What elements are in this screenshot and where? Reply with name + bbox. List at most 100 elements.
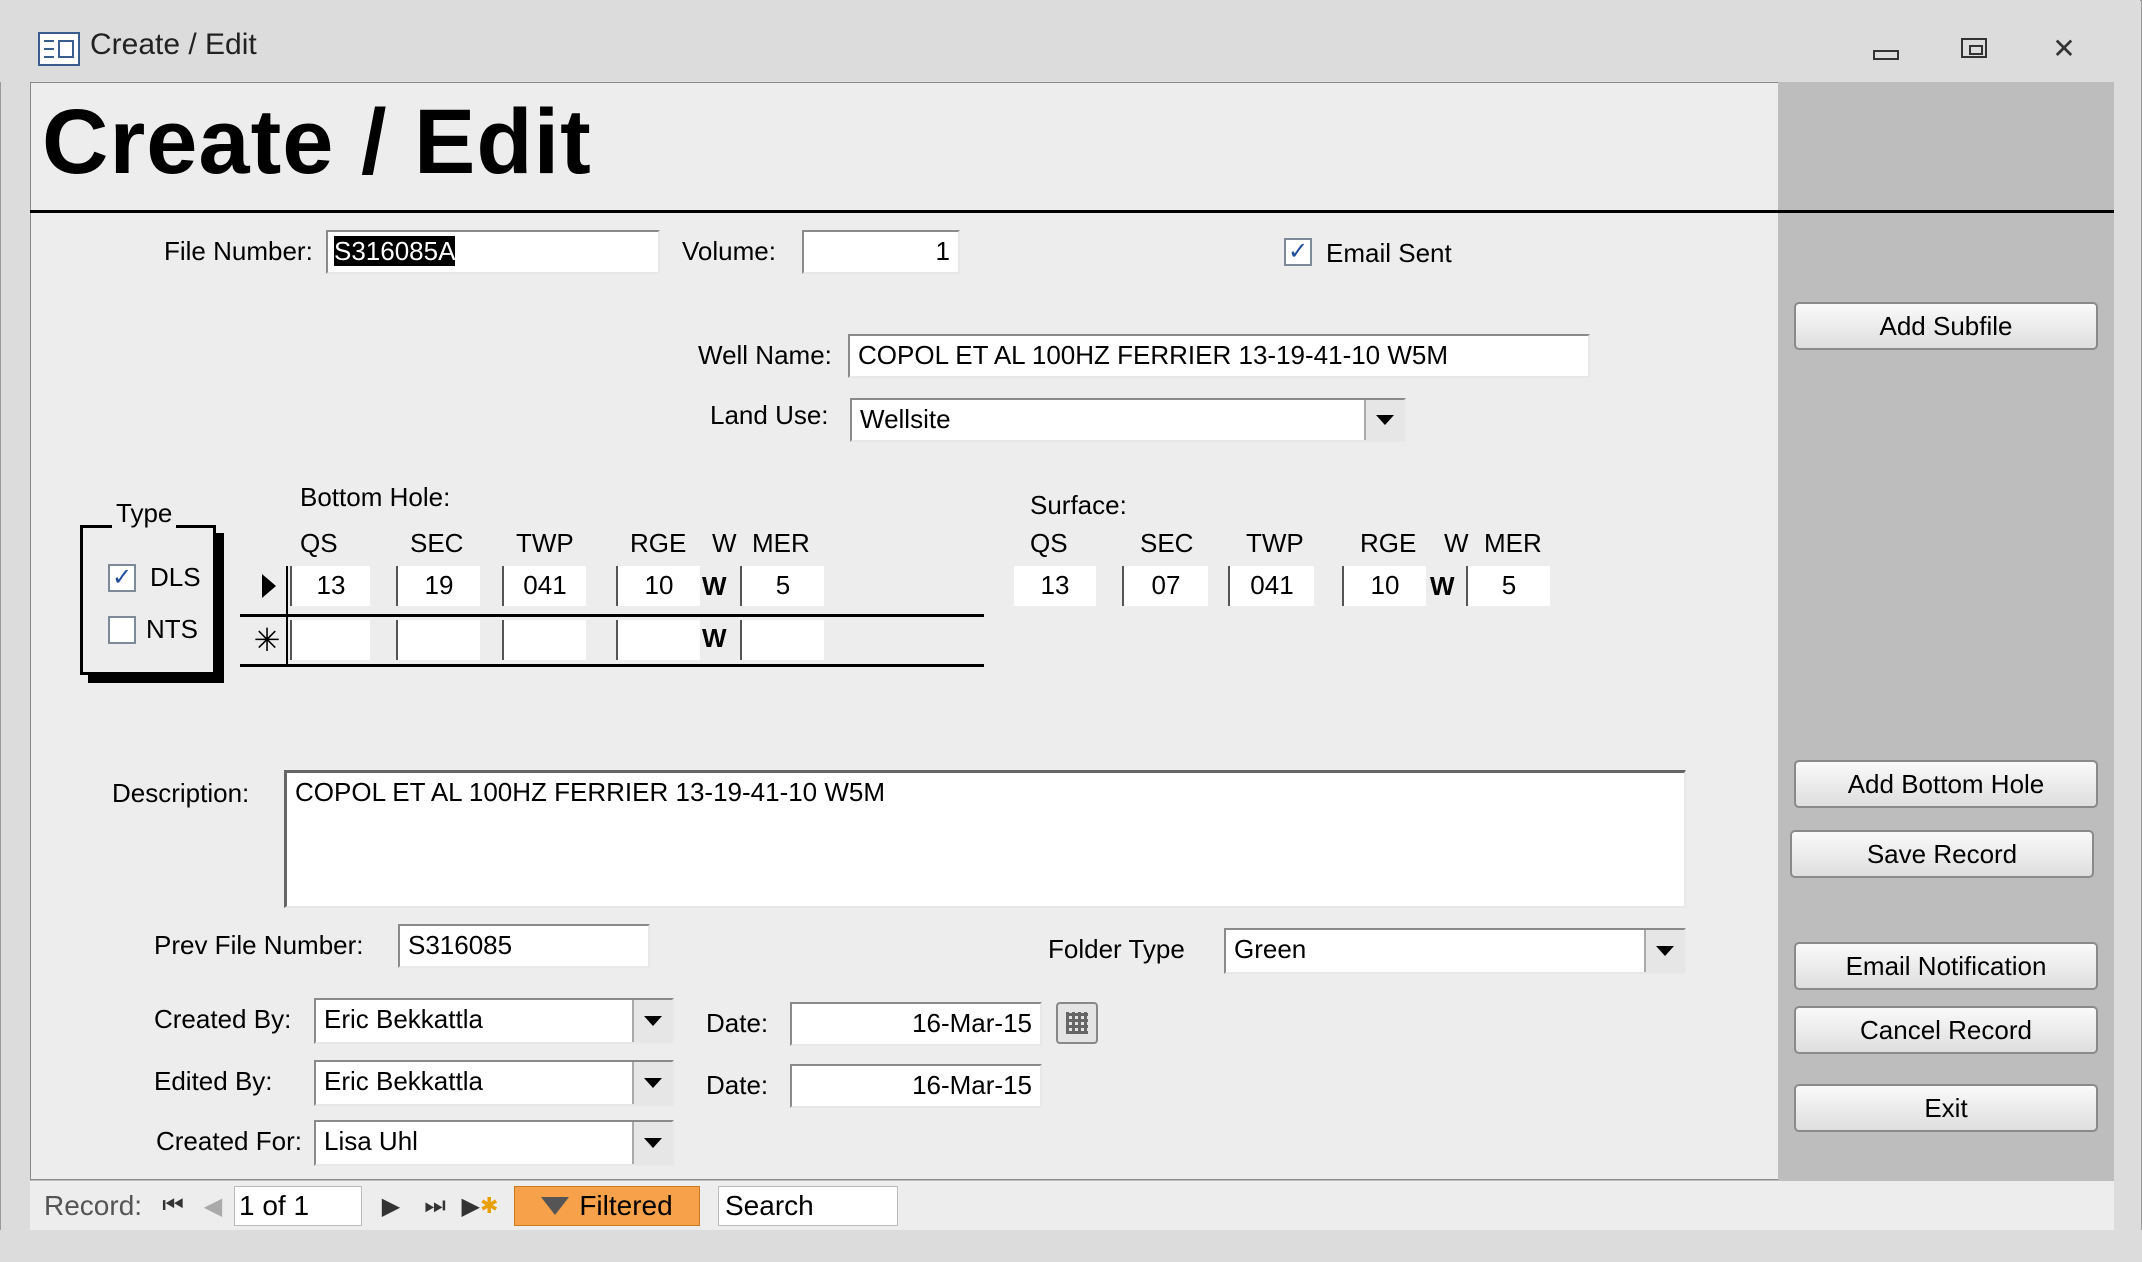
close-button[interactable]: ✕ [2034, 28, 2094, 68]
header-divider [30, 210, 2114, 213]
land-use-dropdown[interactable]: Wellsite [850, 398, 1406, 442]
bh-twp-cell[interactable]: 041 [502, 566, 586, 606]
created-date-field[interactable]: 16-Mar-15 [790, 1002, 1042, 1046]
sf-mer-cell[interactable]: 5 [1466, 566, 1550, 606]
sf-qs-cell[interactable]: 13 [1014, 566, 1096, 606]
bh-header-qs: QS [300, 528, 338, 558]
sf-header-w: W [1444, 528, 1469, 558]
check-icon: ✓ [1287, 238, 1309, 265]
bh-rge-cell[interactable]: 10 [616, 566, 700, 606]
record-label: Record: [44, 1190, 143, 1221]
first-record-icon[interactable]: ⏮ [158, 1188, 188, 1224]
sf-twp-cell[interactable]: 041 [1228, 566, 1314, 606]
prev-file-number-label: Prev File Number: [154, 930, 364, 960]
well-name-label: Well Name: [698, 340, 832, 370]
sf-sec-cell[interactable]: 07 [1122, 566, 1208, 606]
nts-checkbox[interactable] [108, 616, 136, 644]
dls-checkbox[interactable]: ✓ [108, 564, 136, 592]
window-title: Create / Edit [90, 28, 257, 61]
current-record-icon [262, 574, 276, 598]
sf-header-qs: QS [1030, 528, 1068, 558]
sf-w-cell: W [1430, 571, 1455, 601]
form-heading: Create / Edit [42, 91, 592, 193]
chevron-down-icon[interactable] [632, 1122, 672, 1164]
exit-button[interactable]: Exit [1794, 1084, 2098, 1132]
edited-by-value: Eric Bekkattla [324, 1066, 483, 1096]
next-record-icon[interactable]: ▶ [376, 1188, 406, 1224]
close-icon: ✕ [2052, 32, 2076, 64]
minimize-icon [1873, 50, 1899, 60]
add-bottom-hole-button[interactable]: Add Bottom Hole [1794, 760, 2098, 808]
current-record-field[interactable]: 1 of 1 [234, 1186, 362, 1226]
cancel-record-button[interactable]: Cancel Record [1794, 1006, 2098, 1054]
sf-header-twp: TWP [1246, 528, 1304, 558]
bh-header-mer: MER [752, 528, 810, 558]
chevron-down-icon[interactable] [632, 1062, 672, 1104]
edited-by-label: Edited By: [154, 1066, 273, 1096]
volume-field[interactable]: 1 [802, 230, 960, 274]
add-subfile-button[interactable]: Add Subfile [1794, 302, 2098, 350]
filter-toggle-button[interactable]: Filtered [514, 1186, 700, 1226]
sf-rge-cell[interactable]: 10 [1342, 566, 1426, 606]
filter-label: Filtered [579, 1190, 673, 1221]
search-input[interactable]: Search [718, 1186, 898, 1226]
restore-button[interactable] [1944, 28, 2004, 68]
bh-new-sec-cell[interactable] [396, 620, 480, 660]
window-bottom-edge [0, 1230, 2142, 1262]
bh-new-mer-cell[interactable] [740, 620, 824, 660]
created-by-label: Created By: [154, 1004, 292, 1034]
file-number-label: File Number: [164, 236, 313, 266]
description-label: Description: [112, 778, 250, 808]
bh-header-sec: SEC [410, 528, 464, 558]
last-record-icon[interactable]: ⏭ [420, 1188, 450, 1224]
land-use-value: Wellsite [860, 404, 951, 434]
surface-label: Surface: [1030, 490, 1127, 520]
bh-new-qs-cell[interactable] [290, 620, 370, 660]
save-record-button[interactable]: Save Record [1790, 830, 2094, 878]
bh-new-w-cell: W [702, 623, 727, 653]
funnel-icon [541, 1197, 570, 1215]
dls-label: DLS [150, 562, 201, 592]
sf-header-rge: RGE [1360, 528, 1417, 558]
new-record-nav-icon[interactable]: ▶ ✱ [460, 1188, 500, 1224]
minimize-button[interactable] [1856, 28, 1916, 68]
email-sent-checkbox[interactable]: ✓ [1284, 238, 1312, 266]
bh-mer-cell[interactable]: 5 [740, 566, 824, 606]
sf-header-mer: MER [1484, 528, 1542, 558]
folder-type-dropdown[interactable]: Green [1224, 928, 1686, 974]
edited-date-label: Date: [706, 1070, 769, 1100]
created-by-dropdown[interactable]: Eric Bekkattla [314, 998, 674, 1044]
type-label: Type [112, 498, 177, 529]
check-icon: ✓ [111, 564, 133, 591]
edited-by-dropdown[interactable]: Eric Bekkattla [314, 1060, 674, 1106]
email-notification-button[interactable]: Email Notification [1794, 942, 2098, 990]
nts-label: NTS [146, 614, 198, 644]
created-for-dropdown[interactable]: Lisa Uhl [314, 1120, 674, 1166]
previous-record-icon[interactable]: ◀ [198, 1188, 228, 1224]
chevron-down-icon[interactable] [1364, 400, 1404, 440]
description-field[interactable]: COPOL ET AL 100HZ FERRIER 13-19-41-10 W5… [284, 770, 1686, 908]
folder-type-value: Green [1234, 934, 1307, 964]
restore-icon [1961, 38, 1987, 58]
bh-sec-cell[interactable]: 19 [396, 566, 480, 606]
new-record-icon: ✳ [253, 622, 281, 658]
edited-date-field[interactable]: 16-Mar-15 [790, 1064, 1042, 1108]
bh-qs-cell[interactable]: 13 [290, 566, 370, 606]
file-number-value: S316085A [334, 236, 456, 266]
volume-label: Volume: [682, 236, 776, 266]
calendar-icon[interactable] [1056, 1002, 1098, 1044]
bh-new-rge-cell[interactable] [616, 620, 700, 660]
sf-header-sec: SEC [1140, 528, 1194, 558]
row-divider [240, 614, 984, 617]
bh-header-twp: TWP [516, 528, 574, 558]
chevron-down-icon[interactable] [632, 1000, 672, 1042]
record-selector[interactable] [256, 566, 282, 606]
well-name-field[interactable]: COPOL ET AL 100HZ FERRIER 13-19-41-10 W5… [848, 334, 1590, 378]
bh-new-twp-cell[interactable] [502, 620, 586, 660]
file-number-field[interactable]: S316085A [326, 230, 660, 274]
form-icon [38, 32, 80, 66]
land-use-label: Land Use: [710, 400, 829, 430]
folder-type-label: Folder Type [1048, 934, 1185, 964]
chevron-down-icon[interactable] [1644, 930, 1684, 972]
prev-file-number-field[interactable]: S316085 [398, 924, 650, 968]
